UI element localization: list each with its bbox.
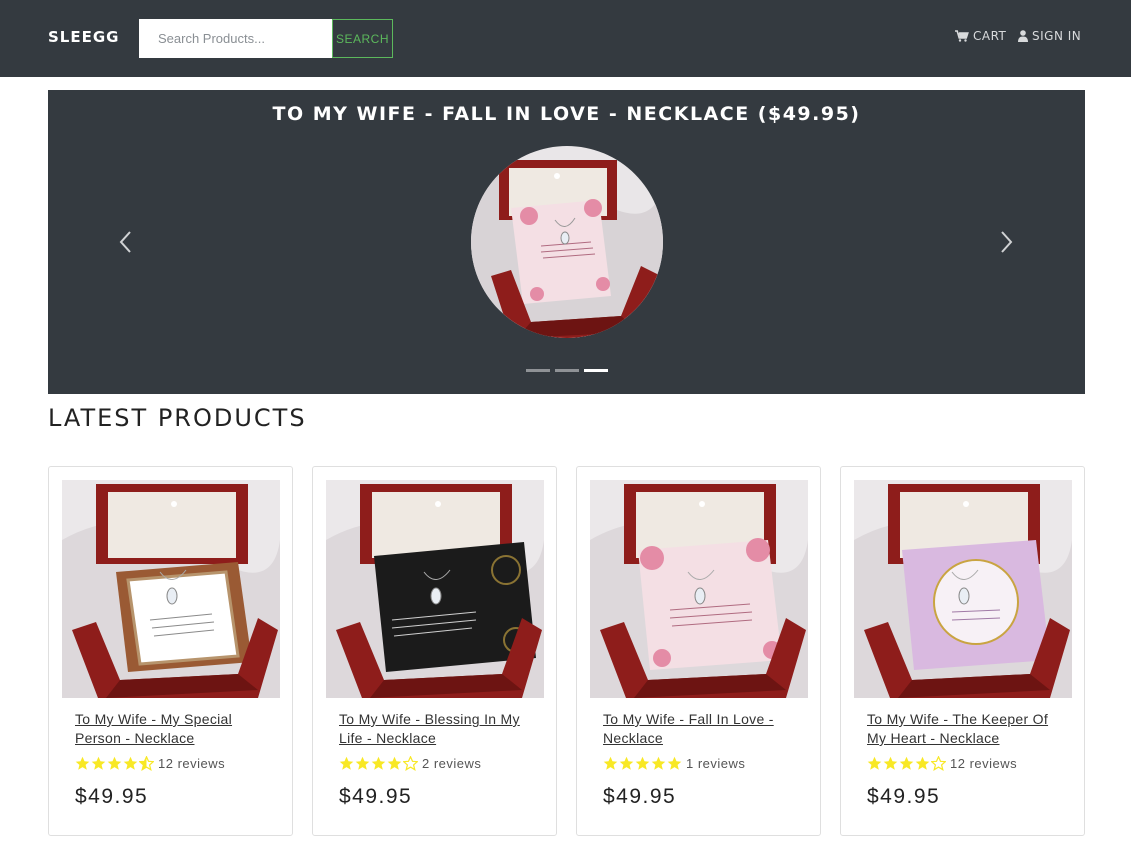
star-half-icon bbox=[139, 756, 154, 771]
product-price: $49.95 bbox=[75, 785, 149, 808]
rating-stars bbox=[75, 756, 154, 771]
star-full-icon bbox=[867, 756, 882, 770]
star-full-icon bbox=[667, 756, 682, 770]
review-count: 12 reviews bbox=[158, 756, 226, 771]
necklace-gift-box-image bbox=[471, 146, 663, 338]
product-rating: 12 reviews bbox=[867, 756, 1017, 771]
carousel-indicator-1[interactable] bbox=[526, 369, 550, 372]
product-image[interactable] bbox=[590, 480, 808, 698]
review-count: 12 reviews bbox=[950, 756, 1018, 771]
carousel-next-button[interactable] bbox=[994, 228, 1018, 256]
review-count: 2 reviews bbox=[422, 756, 482, 771]
star-full-icon bbox=[355, 756, 370, 770]
star-full-icon bbox=[339, 756, 354, 770]
carousel-title[interactable]: TO MY WIFE - FALL IN LOVE - NECKLACE ($4… bbox=[48, 103, 1085, 125]
brand-logo[interactable]: SLEEGG bbox=[48, 28, 119, 46]
star-full-icon bbox=[635, 756, 650, 770]
product-price: $49.95 bbox=[603, 785, 677, 808]
navbar: SLEEGG SEARCH CART SIGN IN bbox=[0, 0, 1131, 77]
rating-stars bbox=[339, 756, 418, 771]
product-price: $49.95 bbox=[867, 785, 941, 808]
cart-icon bbox=[955, 30, 969, 42]
product-title-link[interactable]: To My Wife - Fall In Love - Necklace bbox=[603, 710, 793, 748]
product-card: To My Wife - The Keeper Of My Heart - Ne… bbox=[840, 466, 1085, 836]
star-full-icon bbox=[915, 756, 930, 770]
product-image[interactable] bbox=[854, 480, 1072, 698]
star-full-icon bbox=[619, 756, 634, 770]
product-image[interactable] bbox=[326, 480, 544, 698]
section-title: LATEST PRODUCTS bbox=[48, 404, 307, 432]
star-full-icon bbox=[107, 756, 122, 770]
review-count: 1 reviews bbox=[686, 756, 746, 771]
star-full-icon bbox=[75, 756, 90, 770]
product-rating: 2 reviews bbox=[339, 756, 481, 771]
star-full-icon bbox=[603, 756, 618, 770]
product-image[interactable] bbox=[62, 480, 280, 698]
cart-label: CART bbox=[973, 29, 1007, 43]
carousel-product-image[interactable] bbox=[471, 146, 663, 338]
star-full-icon bbox=[387, 756, 402, 770]
star-full-icon bbox=[899, 756, 914, 770]
star-empty-icon bbox=[931, 756, 946, 771]
star-full-icon bbox=[371, 756, 386, 770]
carousel-indicators bbox=[526, 369, 608, 372]
star-full-icon bbox=[91, 756, 106, 770]
star-empty-icon bbox=[403, 756, 418, 771]
carousel-indicator-2[interactable] bbox=[555, 369, 579, 372]
cart-link[interactable]: CART bbox=[955, 29, 1006, 43]
product-rating: 1 reviews bbox=[603, 756, 745, 771]
star-full-icon bbox=[883, 756, 898, 770]
product-title-link[interactable]: To My Wife - Blessing In My Life - Neckl… bbox=[339, 710, 529, 748]
product-card: To My Wife - My Special Person - Necklac… bbox=[48, 466, 293, 836]
rating-stars bbox=[867, 756, 946, 771]
star-full-icon bbox=[123, 756, 138, 770]
carousel-indicator-3[interactable] bbox=[584, 369, 608, 372]
chevron-right-icon bbox=[1001, 231, 1013, 253]
carousel-prev-button[interactable] bbox=[114, 228, 138, 256]
product-rating: 12 reviews bbox=[75, 756, 225, 771]
rating-stars bbox=[603, 756, 682, 771]
product-price: $49.95 bbox=[339, 785, 413, 808]
product-card: To My Wife - Blessing In My Life - Neckl… bbox=[312, 466, 557, 836]
featured-carousel: TO MY WIFE - FALL IN LOVE - NECKLACE ($4… bbox=[48, 90, 1085, 394]
product-title-link[interactable]: To My Wife - My Special Person - Necklac… bbox=[75, 710, 265, 748]
user-icon bbox=[1018, 30, 1028, 42]
signin-label: SIGN IN bbox=[1032, 29, 1082, 43]
product-title-link[interactable]: To My Wife - The Keeper Of My Heart - Ne… bbox=[867, 710, 1057, 748]
product-card: To My Wife - Fall In Love - Necklace 1 re… bbox=[576, 466, 821, 836]
star-full-icon bbox=[651, 756, 666, 770]
search-input[interactable] bbox=[139, 19, 333, 58]
chevron-left-icon bbox=[119, 231, 131, 253]
search-button[interactable]: SEARCH bbox=[332, 19, 393, 58]
signin-link[interactable]: SIGN IN bbox=[1018, 29, 1081, 43]
